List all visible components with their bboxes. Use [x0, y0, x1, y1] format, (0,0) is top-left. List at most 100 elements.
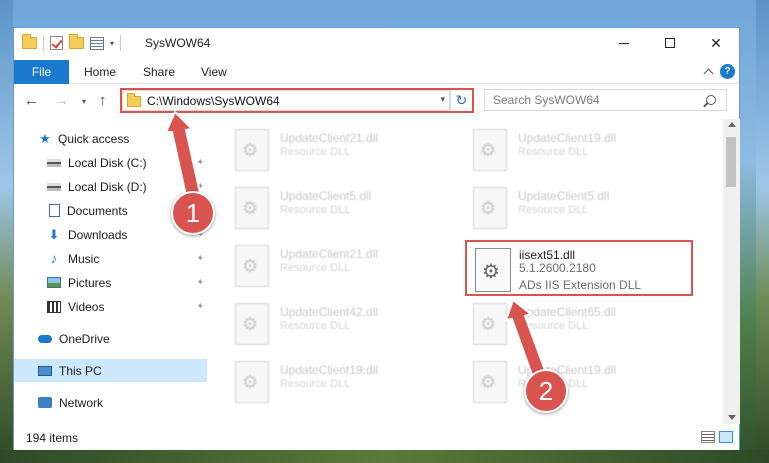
download-icon: ⬇	[48, 226, 60, 242]
file-tile[interactable]: UpdateClient19.dll Resource DLL	[473, 127, 693, 173]
search-icon[interactable]	[706, 95, 716, 105]
minimize-button[interactable]	[601, 28, 647, 58]
new-folder-icon[interactable]	[69, 34, 84, 49]
tab-home[interactable]: Home	[84, 65, 116, 79]
pin-icon: ✦	[196, 253, 204, 263]
address-bar-highlight: C:\Windows\SysWOW64 ▾ ↻	[120, 88, 474, 113]
ribbon: File Home Share View ?	[14, 60, 739, 84]
pin-icon: ✦	[196, 157, 204, 167]
drive-icon	[47, 182, 61, 191]
desktop-background-right	[756, 0, 769, 463]
file-tile[interactable]: UpdateClient19.dll Resource DLL	[235, 359, 455, 405]
sidebar-item-network[interactable]: Network	[14, 391, 207, 414]
close-icon: ✕	[710, 34, 722, 51]
file-description: Resource DLL	[280, 146, 351, 158]
toolbar-divider	[120, 35, 122, 51]
navigation-pane: ★ Quick access Local Disk (C:) ✦ Local D…	[14, 119, 207, 424]
video-icon	[47, 300, 61, 313]
refresh-button[interactable]: ↻	[450, 90, 472, 111]
desktop-background-bottom	[0, 450, 769, 463]
sidebar-item-label: Videos	[68, 299, 105, 314]
file-tile[interactable]: UpdateClient5.dll Resource DLL	[473, 185, 693, 231]
picture-icon	[47, 277, 61, 288]
file-tile[interactable]: UpdateClient21.dll Resource DLL	[235, 243, 455, 289]
file-name: UpdateClient42.dll	[280, 305, 379, 319]
dll-file-icon	[235, 129, 269, 171]
sidebar-item-label: Downloads	[68, 227, 128, 242]
navigation-bar: ← → ▾ ↑ C:\Windows\SysWOW64 ▾ ↻ Search S…	[14, 85, 739, 117]
file-name: UpdateClient5.dll	[518, 189, 610, 203]
file-tile[interactable]: UpdateClient21.dll Resource DLL	[235, 127, 455, 173]
scroll-down-arrow-icon[interactable]	[728, 415, 736, 420]
help-icon[interactable]: ?	[720, 64, 735, 79]
file-tile[interactable]: UpdateClient65.dll Resource DLL	[473, 301, 693, 347]
file-description: Resource DLL	[280, 320, 351, 332]
file-name: UpdateClient5.dll	[280, 189, 372, 203]
address-bar[interactable]: C:\Windows\SysWOW64 ▾	[122, 90, 450, 111]
tab-share[interactable]: Share	[143, 65, 175, 79]
vertical-scrollbar[interactable]	[723, 119, 740, 424]
sidebar-item-this-pc[interactable]: This PC	[14, 359, 207, 382]
ribbon-controls: ?	[703, 64, 735, 79]
dll-file-icon	[235, 303, 269, 345]
folder-icon	[127, 93, 141, 107]
details-view-icon[interactable]	[701, 431, 715, 443]
computer-icon	[38, 365, 52, 376]
recent-locations-button[interactable]: ▾	[82, 97, 86, 106]
file-name: iisext51.dll	[519, 248, 576, 262]
cloud-icon	[38, 334, 52, 343]
dll-file-icon	[235, 361, 269, 403]
expand-ribbon-chevron-icon[interactable]	[703, 68, 714, 79]
sidebar-item-music[interactable]: ♪ Music ✦	[14, 247, 207, 270]
step-1-badge: 1	[171, 191, 215, 235]
title-bar: ▾ SysWOW64 ✕	[14, 28, 739, 60]
address-dropdown-icon[interactable]: ▾	[440, 94, 445, 105]
folder-icon[interactable]	[22, 34, 37, 49]
sidebar-item-videos[interactable]: Videos ✦	[14, 295, 207, 318]
file-explorer-window: ▾ SysWOW64 ✕ File Home Share View ? ← → …	[13, 27, 740, 450]
sidebar-item-pictures[interactable]: Pictures ✦	[14, 271, 207, 294]
sidebar-item-local-disk-d[interactable]: Local Disk (D:) ✦	[14, 175, 207, 198]
sidebar-item-local-disk-c[interactable]: Local Disk (C:) ✦	[14, 151, 207, 174]
file-tile[interactable]: UpdateClient5.dll Resource DLL	[235, 185, 455, 231]
back-button[interactable]: ←	[24, 92, 39, 109]
file-tile-iisext51[interactable]: iisext51.dll 5.1.2600.2180 ADs IIS Exten…	[465, 240, 693, 296]
dll-file-icon	[235, 187, 269, 229]
file-description: Resource DLL	[518, 146, 589, 158]
file-version: 5.1.2600.2180	[519, 261, 596, 275]
large-icons-view-icon[interactable]	[719, 431, 733, 443]
file-tile[interactable]: UpdateClient42.dll Resource DLL	[235, 301, 455, 347]
scrollbar-thumb[interactable]	[726, 137, 736, 187]
sidebar-item-label: Network	[59, 395, 104, 410]
sidebar-item-onedrive[interactable]: OneDrive	[14, 327, 207, 350]
forward-button[interactable]: →	[54, 92, 69, 109]
file-name: UpdateClient21.dll	[280, 247, 379, 261]
pin-icon: ✦	[196, 301, 204, 311]
close-button[interactable]: ✕	[693, 28, 739, 58]
tab-file[interactable]: File	[14, 60, 69, 84]
minimize-icon	[619, 42, 629, 44]
properties-icon[interactable]	[90, 36, 104, 50]
file-name: UpdateClient21.dll	[280, 131, 379, 145]
sidebar-item-label: Pictures	[68, 275, 112, 290]
properties-check-icon[interactable]	[50, 36, 63, 50]
sidebar-item-label: OneDrive	[59, 331, 110, 346]
file-name: UpdateClient19.dll	[280, 363, 379, 377]
dll-file-icon	[473, 361, 507, 403]
sidebar-item-label: Music	[68, 251, 100, 266]
tab-view[interactable]: View	[201, 65, 227, 79]
search-input[interactable]: Search SysWOW64	[484, 89, 727, 111]
customize-toolbar-chevron-icon[interactable]: ▾	[110, 39, 114, 48]
star-icon: ★	[39, 130, 51, 146]
file-description: Resource DLL	[280, 204, 351, 216]
dll-file-icon	[235, 245, 269, 287]
maximize-button[interactable]	[647, 28, 693, 58]
sidebar-item-quick-access[interactable]: ★ Quick access	[14, 127, 207, 150]
dll-file-icon	[473, 303, 507, 345]
up-button[interactable]: ↑	[99, 92, 107, 109]
sidebar-item-label: Quick access	[58, 131, 130, 146]
scroll-up-arrow-icon[interactable]	[728, 122, 736, 127]
file-tile[interactable]: UpdateClient19.dll Resource DLL	[473, 359, 693, 405]
address-path[interactable]: C:\Windows\SysWOW64	[147, 94, 280, 108]
file-name: UpdateClient19.dll	[518, 131, 617, 145]
